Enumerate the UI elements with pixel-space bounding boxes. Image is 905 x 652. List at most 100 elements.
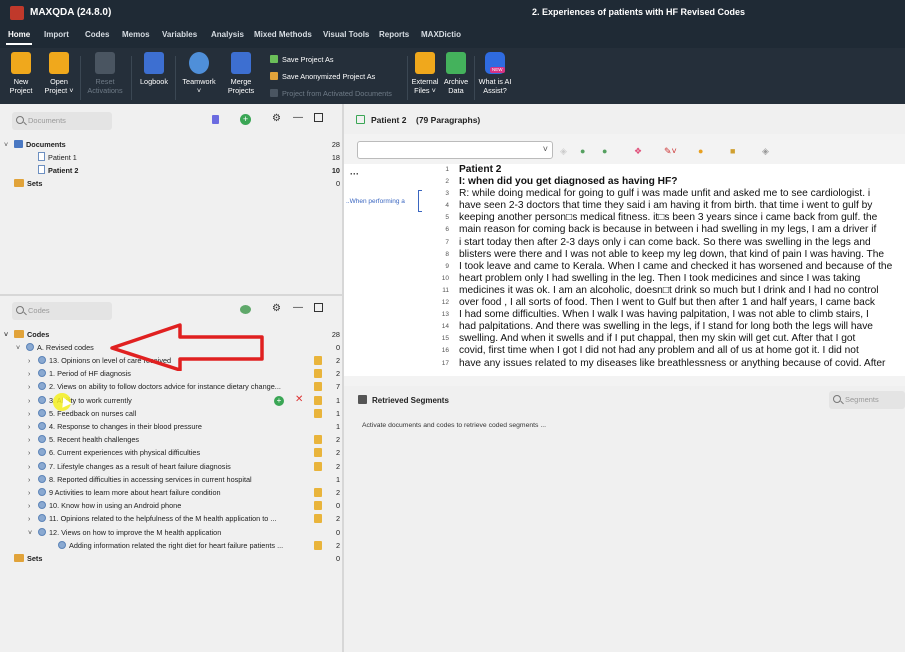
document-line[interactable]: had palpitations. And there was swelling…	[455, 321, 905, 333]
document-line[interactable]: i start today then after 2-3 days only i…	[455, 237, 905, 249]
document-item-active[interactable]: Patient 2	[38, 164, 78, 177]
code-item[interactable]: › 7. Lifestyle changes as a result of hea…	[28, 460, 231, 473]
tab-memos[interactable]: Memos	[122, 30, 150, 39]
code-item[interactable]: › 2. Views on ability to follow doctors a…	[28, 380, 281, 393]
new-code-icon[interactable]	[240, 305, 251, 314]
logbook-button[interactable]: Logbook	[136, 52, 172, 86]
code-item[interactable]: › 10. Know how in using an Android phone	[28, 499, 181, 512]
document-line[interactable]: I had some difficulties. When I walk I w…	[455, 309, 905, 321]
code-highlight-icon[interactable]: ❖	[634, 146, 642, 157]
code-selector-dropdown[interactable]: ˅	[357, 141, 553, 159]
add-icon[interactable]: +	[240, 114, 251, 125]
segments-search-input[interactable]: Segments	[829, 391, 905, 409]
new-document-icon[interactable]	[212, 115, 219, 124]
document-line[interactable]: blisters were there and I was not able t…	[455, 249, 905, 261]
documents-root[interactable]: ˅ Documents	[4, 138, 66, 151]
document-line[interactable]: I took leave and came to Kerala. When I …	[455, 261, 905, 273]
add-code-icon[interactable]: +	[274, 395, 284, 406]
documents-search-input[interactable]: Documents	[12, 112, 112, 130]
edit-icon[interactable]	[356, 115, 365, 124]
settings-code-icon[interactable]: ◈	[762, 146, 769, 157]
collapse-icon[interactable]: ˅	[16, 342, 26, 355]
expand-icon[interactable]: ›	[28, 461, 38, 474]
code-item[interactable]: › 5. Recent health challenges	[28, 433, 139, 446]
document-line[interactable]: heart problem only I had swelling in the…	[455, 273, 905, 285]
document-line[interactable]: main reason for coming back is because i…	[455, 224, 905, 236]
code-item[interactable]: ˅ 12. Views on how to improve the M healt…	[28, 526, 221, 539]
archive-data-button[interactable]: Archive Data	[441, 52, 471, 95]
expand-icon[interactable]: ›	[28, 395, 38, 408]
expand-icon[interactable]: ›	[28, 513, 38, 526]
code-invivo-icon[interactable]: ●	[602, 146, 607, 156]
merge-projects-button[interactable]: Merge Projects	[224, 52, 258, 95]
tab-variables[interactable]: Variables	[162, 30, 197, 39]
tab-codes[interactable]: Codes	[85, 30, 109, 39]
code-item[interactable]: › 5. Feedback on nurses call	[28, 407, 136, 420]
document-line[interactable]: over food , I all sorts of food. Then I …	[455, 297, 905, 309]
reset-activations-button[interactable]: Reset Activations	[85, 52, 125, 95]
document-line[interactable]: keeping another person□s medical fitness…	[455, 212, 905, 224]
collapse-icon[interactable]: ˅	[4, 329, 14, 342]
external-files-button[interactable]: External Files ˅	[409, 52, 441, 95]
expand-icon[interactable]: ›	[28, 474, 38, 487]
expand-icon[interactable]: ›	[28, 421, 38, 434]
tab-maxdictio[interactable]: MAXDictio	[421, 30, 461, 39]
code-item[interactable]: Adding information related the right die…	[58, 539, 283, 552]
code-item[interactable]: › 6. Current experiences with physical di…	[28, 446, 200, 459]
gear-icon[interactable]: ⚙	[272, 303, 281, 314]
gear-icon[interactable]: ⚙	[272, 113, 281, 124]
teamwork-button[interactable]: Teamwork ˅	[179, 52, 219, 95]
code-open-icon[interactable]: ●	[580, 146, 585, 156]
tab-reports[interactable]: Reports	[379, 30, 409, 39]
code-stripe-label[interactable]: ..When performing a	[346, 198, 405, 205]
maximize-icon[interactable]	[314, 303, 323, 312]
code-sets[interactable]: Sets	[14, 552, 42, 565]
tab-visual-tools[interactable]: Visual Tools	[323, 30, 369, 39]
tab-analysis[interactable]: Analysis	[211, 30, 244, 39]
open-project-button[interactable]: Open Project ˅	[42, 52, 76, 95]
code-item[interactable]: › 11. Opinions related to the helpfulness…	[28, 512, 276, 525]
expand-icon[interactable]: ›	[28, 447, 38, 460]
tab-mixed-methods[interactable]: Mixed Methods	[254, 30, 312, 39]
collapse-icon[interactable]: ˅	[28, 527, 38, 540]
expand-icon[interactable]: ›	[28, 487, 38, 500]
code-parent[interactable]: ˅ A. Revised codes	[16, 341, 94, 354]
expand-icon[interactable]: ›	[28, 500, 38, 513]
new-project-button[interactable]: New Project	[6, 52, 36, 95]
save-anonymized-button[interactable]: Save Anonymized Project As	[270, 72, 375, 81]
code-item[interactable]: › 3. Ability to work currently	[28, 394, 132, 407]
code-stripe-bracket[interactable]	[418, 190, 422, 212]
document-line[interactable]: covid, first time when I got I did not h…	[455, 345, 905, 357]
code-item[interactable]: › 4. Response to changes in their blood p…	[28, 420, 202, 433]
more-options-icon[interactable]: ···	[350, 169, 359, 179]
expand-icon[interactable]: ›	[28, 355, 38, 368]
document-text[interactable]: Patient 2 I: when did you get diagnosed a…	[455, 164, 905, 376]
code-item[interactable]: › 9 Activities to learn more about heart …	[28, 486, 221, 499]
save-project-as-button[interactable]: Save Project As	[270, 55, 334, 64]
collapse-icon[interactable]: ˅	[4, 139, 14, 152]
emoticode-icon[interactable]: ●	[698, 146, 703, 156]
expand-icon[interactable]: ›	[28, 434, 38, 447]
minimize-icon[interactable]: —	[293, 302, 303, 313]
delete-code-icon[interactable]: ✕	[295, 394, 303, 405]
document-line[interactable]: R: while doing medical for going to gulf…	[455, 188, 905, 200]
document-item[interactable]: Patient 1	[38, 151, 77, 164]
expand-icon[interactable]: ›	[28, 381, 38, 394]
document-line[interactable]: medicines it was ok. I am an alcoholic, …	[455, 285, 905, 297]
minimize-icon[interactable]: —	[293, 112, 303, 123]
expand-icon[interactable]: ›	[28, 408, 38, 421]
codes-search-input[interactable]: Codes	[12, 302, 112, 320]
highlighter-icon[interactable]: ✎˅	[664, 146, 677, 157]
document-line[interactable]: have any issues related to my diseases l…	[455, 358, 905, 370]
document-sets[interactable]: Sets	[14, 177, 42, 190]
memo-add-icon[interactable]: ■	[730, 146, 735, 156]
codes-root[interactable]: ˅ Codes	[4, 328, 49, 341]
document-heading[interactable]: Patient 2	[455, 164, 905, 176]
document-line[interactable]: I: when did you get diagnosed as having …	[455, 176, 905, 188]
expand-icon[interactable]: ›	[28, 368, 38, 381]
ai-assist-button[interactable]: NEW What is AI Assist?	[476, 52, 514, 95]
code-item[interactable]: › 8. Reported difficulties in accessing s…	[28, 473, 252, 486]
tab-import[interactable]: Import	[44, 30, 69, 39]
document-line[interactable]: swelling. And when it swells and if I pu…	[455, 333, 905, 345]
tab-home[interactable]: Home	[5, 30, 33, 45]
